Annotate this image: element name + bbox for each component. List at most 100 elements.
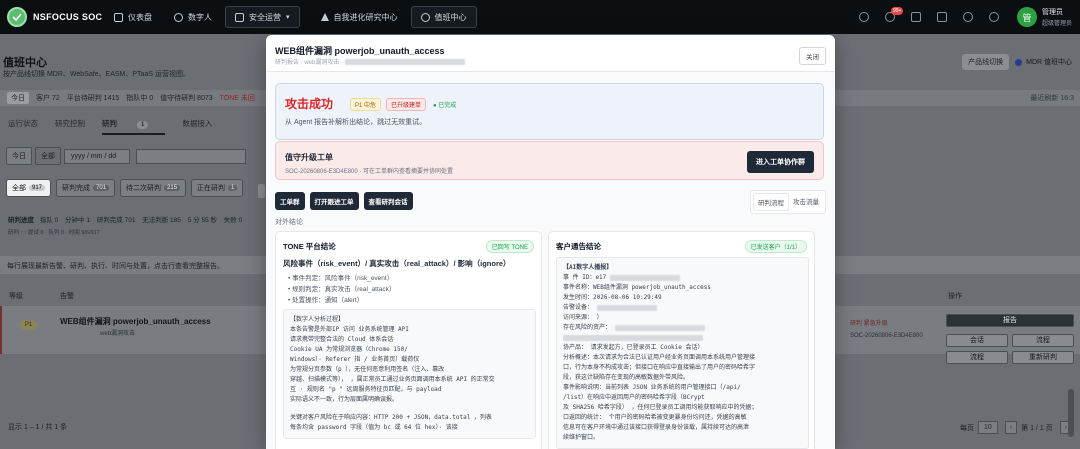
session-button[interactable]: 会话 bbox=[946, 334, 1008, 347]
close-button[interactable]: 关闭 bbox=[799, 47, 826, 65]
nav-label: 自我进化研究中心 bbox=[333, 12, 398, 22]
row-ticket-code: SOC-20260806-E3D4E800 bbox=[850, 333, 923, 339]
segment-done[interactable]: 研判完成 701 bbox=[56, 179, 116, 197]
progress-label: 研判进度 bbox=[8, 217, 34, 224]
ticket-subtitle: SOC-20260806-E3D4E800 · 可在工单群内查看摘要并协同处置 bbox=[285, 169, 454, 175]
prev-page-button[interactable]: ‹ bbox=[1004, 421, 1018, 434]
flow-button[interactable]: 流程 bbox=[1012, 334, 1074, 347]
broadcast-line: 协产品： 请求发起方，已登录员工 Cookie 会话） bbox=[563, 344, 704, 351]
result-card: 攻击成功 P1 中危 已升级建单 ● 已完成 从 Agent 报告补解析出结论，… bbox=[275, 83, 824, 140]
stat-queue: 指队中 0 bbox=[126, 95, 154, 102]
client-title: 客户通告结论 bbox=[556, 242, 601, 251]
progress-item: 无法判断 185 bbox=[142, 217, 181, 224]
headset-icon bbox=[420, 12, 430, 22]
tab-judge[interactable]: 研判 1 bbox=[102, 118, 166, 135]
tab-runtime[interactable]: 运行状态 bbox=[8, 118, 38, 135]
broadcast-line: 告警设备： bbox=[563, 303, 802, 313]
pager: 每页 10 ‹ 第 1 / 1 页 › bbox=[960, 421, 1072, 434]
moon-icon[interactable] bbox=[858, 12, 869, 22]
process-button[interactable]: 流程 bbox=[946, 351, 1008, 364]
nav-dashboard[interactable]: 仪表盘 bbox=[105, 6, 161, 28]
segment-count: 917 bbox=[29, 185, 46, 191]
ticket-group-button[interactable]: 工单群 bbox=[275, 192, 305, 210]
ticket-title: 值守升级工单 bbox=[285, 153, 333, 162]
broadcast-line: 事件影响说明：当前列表 JSON 业务系统的用户管理接口（/api/ bbox=[563, 384, 741, 391]
notification-badge: 99+ bbox=[890, 7, 904, 15]
status-segments: 全部 917 研判完成 701 待二次研判 215 正在研判 1 bbox=[6, 179, 248, 197]
tab-research[interactable]: 研究控制 bbox=[55, 118, 85, 135]
broadcast-text: 事 件 ID：e17 bbox=[563, 274, 607, 281]
analysis-line: 本条告警是外部IP 访问 业务系统管理 API bbox=[290, 326, 409, 333]
tab-data-ingest[interactable]: 数据接入 bbox=[182, 118, 212, 135]
segment-all[interactable]: 全部 917 bbox=[6, 179, 52, 197]
scrollbar[interactable] bbox=[1068, 389, 1074, 437]
stat-pending: 平台待研判 1415 bbox=[66, 95, 120, 102]
report-modal: WEB组件漏洞 powerjob_unauth_access 研判报告 · we… bbox=[266, 35, 835, 449]
ticket-card: 值守升级工单 SOC-20260806-E3D4E800 · 可在工单群内查看摘… bbox=[275, 141, 824, 180]
tab-attack-traffic[interactable]: 攻击流量 bbox=[789, 193, 823, 211]
open-followup-ticket-button[interactable]: 打开跟进工单 bbox=[309, 192, 359, 210]
gear-icon[interactable] bbox=[962, 12, 973, 22]
page-size-select[interactable]: 10 bbox=[978, 421, 998, 434]
segment-label: 研判完成 bbox=[62, 185, 91, 192]
tab-judge-label: 研判 bbox=[102, 119, 117, 128]
nav-duty-center[interactable]: 值班中心 bbox=[410, 6, 477, 28]
analysis-box: 【数字人分析过程】 本条告警是外部IP 访问 业务系统管理 API 请求携带完整… bbox=[283, 309, 536, 439]
bullet-text: 事件判定：风险事件（risk_event） bbox=[292, 275, 394, 282]
app-root: NSFOCUS SOC 仪表盘 数字人 安全运营 ▾ 自我进化研究中心 值班中心… bbox=[0, 0, 1080, 449]
filter-all-button[interactable]: 全部 bbox=[35, 147, 61, 165]
analysis-line: 关键对客户风险在于响应内容：HTTP 200 + JSON，data.total… bbox=[290, 414, 492, 421]
page-title: 值班中心 bbox=[3, 57, 47, 69]
progress-item: 研判完成 701 bbox=[96, 217, 136, 224]
stat-tone: TONE 未回 bbox=[219, 95, 255, 102]
broadcast-line: 访问来源： ） bbox=[563, 313, 802, 323]
user-menu[interactable]: 管 管理员 超级管理员 bbox=[1016, 7, 1072, 27]
tone-conclusion-panel: TONE 平台结论 已回写 TONE 风险事件（risk_event）/ 真实攻… bbox=[275, 231, 542, 449]
brand[interactable]: NSFOCUS SOC bbox=[7, 7, 105, 27]
logo-icon bbox=[7, 7, 27, 27]
tone-title: TONE 平台结论 bbox=[283, 242, 336, 251]
rejudge-button[interactable]: 重新研判 bbox=[1012, 351, 1074, 364]
date-input[interactable]: yyyy / mm / dd bbox=[64, 148, 130, 164]
bg-tabs: 运行状态 研究控制 研判 1 数据接入 bbox=[8, 118, 229, 135]
enter-ticket-group-button[interactable]: 进入工单协作群 bbox=[747, 151, 814, 173]
analysis-line: 每条均含 password 字段（值为 bc 或 64 位 hex）· 该接 bbox=[290, 424, 458, 431]
tone-bullet: • 事件判定：风险事件（risk_event） bbox=[288, 275, 394, 282]
user-name: 管理员 bbox=[1041, 9, 1063, 16]
view-session-button[interactable]: 查看研判会话 bbox=[363, 192, 413, 210]
modal-title: WEB组件漏洞 powerjob_unauth_access bbox=[275, 46, 445, 56]
filter-today-button[interactable]: 今日 bbox=[6, 147, 32, 165]
tone-badge: 已回写 TONE bbox=[485, 240, 534, 253]
bell-icon[interactable]: 99+ bbox=[884, 7, 904, 22]
product-current[interactable]: MDR 值班中心 bbox=[1015, 57, 1072, 67]
calendar-icon[interactable] bbox=[910, 12, 921, 22]
dots-icon[interactable] bbox=[988, 12, 999, 22]
broadcast-line: 续维护窗口。 bbox=[563, 434, 600, 441]
product-current-label: MDR 值班中心 bbox=[1026, 59, 1072, 66]
drag-handle[interactable] bbox=[258, 184, 265, 198]
tab-judge-flow[interactable]: 研判流程 bbox=[753, 193, 789, 211]
broadcast-line: 发生时间：2026-08-06 10:29:49 bbox=[563, 294, 662, 301]
redacted-text bbox=[563, 334, 703, 341]
broadcast-line: 事件名称：WEB组件漏洞 powerjob_unauth_access bbox=[563, 284, 711, 291]
nav-security-ops[interactable]: 安全运营 ▾ bbox=[225, 6, 300, 28]
stat-today: 今日 bbox=[7, 92, 29, 104]
segment-secondary[interactable]: 待二次研判 215 bbox=[120, 179, 187, 197]
person-icon bbox=[174, 12, 183, 22]
redacted-text bbox=[596, 304, 657, 311]
nav-research-center[interactable]: 自我进化研究中心 bbox=[312, 6, 407, 28]
modal-header: WEB组件漏洞 powerjob_unauth_access 研判报告 · we… bbox=[266, 35, 835, 72]
nav-digital-human[interactable]: 数字人 bbox=[165, 6, 221, 28]
search-input[interactable] bbox=[136, 148, 246, 164]
segment-count: 701 bbox=[93, 185, 110, 191]
broadcast-text: 告警设备： bbox=[563, 304, 594, 311]
report-button[interactable]: 报告 bbox=[946, 314, 1074, 327]
main-nav: 仪表盘 数字人 安全运营 ▾ 自我进化研究中心 值班中心 bbox=[105, 0, 481, 34]
broadcast-line: 事 件 ID：e17 bbox=[563, 273, 802, 283]
product-switch-button[interactable]: 产品线切换 bbox=[962, 54, 1010, 70]
user-role: 超级管理员 bbox=[1041, 21, 1072, 27]
flask-icon bbox=[320, 13, 329, 21]
segment-running[interactable]: 正在研判 1 bbox=[191, 179, 244, 197]
row-title[interactable]: WEB组件漏洞 powerjob_unauth_access bbox=[60, 316, 211, 327]
grid-icon[interactable] bbox=[936, 12, 947, 22]
